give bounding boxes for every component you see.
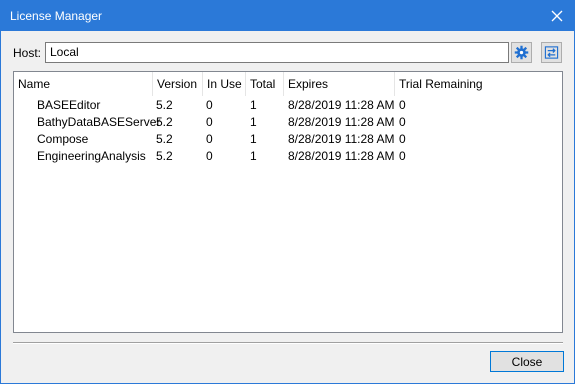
- footer-divider: [13, 342, 563, 344]
- cell-in-use: 0: [206, 132, 213, 146]
- cell-name: Compose: [37, 132, 89, 146]
- cell-total: 1: [250, 149, 257, 163]
- table-row[interactable]: Compose 5.2 0 1 8/28/2019 11:28 AM 0: [14, 130, 562, 148]
- cell-trial-remaining: 0: [399, 115, 406, 129]
- settings-button[interactable]: [511, 42, 532, 63]
- window-close-button[interactable]: [540, 1, 574, 31]
- window-title: License Manager: [10, 9, 103, 23]
- column-header-expires[interactable]: Expires: [284, 72, 395, 96]
- cell-version: 5.2: [156, 115, 173, 129]
- cell-version: 5.2: [156, 149, 173, 163]
- swap-arrows-icon: [544, 46, 559, 59]
- gear-icon: [514, 45, 529, 60]
- cell-version: 5.2: [156, 132, 173, 146]
- column-header-name[interactable]: Name: [14, 72, 153, 96]
- cell-expires: 8/28/2019 11:28 AM: [288, 98, 395, 112]
- cell-total: 1: [250, 115, 257, 129]
- cell-trial-remaining: 0: [399, 98, 406, 112]
- column-header-total[interactable]: Total: [246, 72, 284, 96]
- close-icon: [551, 10, 563, 22]
- column-header-in-use[interactable]: In Use: [203, 72, 246, 96]
- cell-expires: 8/28/2019 11:28 AM: [288, 115, 395, 129]
- list-header: Name Version In Use Total Expires Trial …: [14, 72, 562, 96]
- cell-version: 5.2: [156, 98, 173, 112]
- cell-expires: 8/28/2019 11:28 AM: [288, 149, 395, 163]
- cell-total: 1: [250, 98, 257, 112]
- host-input[interactable]: Local: [45, 42, 509, 63]
- cell-in-use: 0: [206, 149, 213, 163]
- license-manager-window: License Manager Host: Local Name Version…: [0, 0, 575, 384]
- table-row[interactable]: EngineeringAnalysis 5.2 0 1 8/28/2019 11…: [14, 147, 562, 165]
- column-header-version[interactable]: Version: [153, 72, 203, 96]
- close-button[interactable]: Close: [490, 351, 564, 372]
- swap-button[interactable]: [541, 42, 562, 63]
- cell-in-use: 0: [206, 115, 213, 129]
- cell-name: BathyDataBASEServer: [37, 115, 161, 129]
- license-list[interactable]: Name Version In Use Total Expires Trial …: [13, 71, 563, 333]
- column-header-trial-remaining[interactable]: Trial Remaining: [395, 72, 562, 96]
- cell-trial-remaining: 0: [399, 149, 406, 163]
- host-label: Host:: [13, 46, 42, 60]
- cell-name: EngineeringAnalysis: [37, 149, 146, 163]
- cell-trial-remaining: 0: [399, 132, 406, 146]
- cell-expires: 8/28/2019 11:28 AM: [288, 132, 395, 146]
- table-row[interactable]: BathyDataBASEServer 5.2 0 1 8/28/2019 11…: [14, 113, 562, 131]
- title-bar: License Manager: [1, 1, 574, 31]
- cell-name: BASEEditor: [37, 98, 101, 112]
- cell-total: 1: [250, 132, 257, 146]
- cell-in-use: 0: [206, 98, 213, 112]
- table-row[interactable]: BASEEditor 5.2 0 1 8/28/2019 11:28 AM 0: [14, 96, 562, 114]
